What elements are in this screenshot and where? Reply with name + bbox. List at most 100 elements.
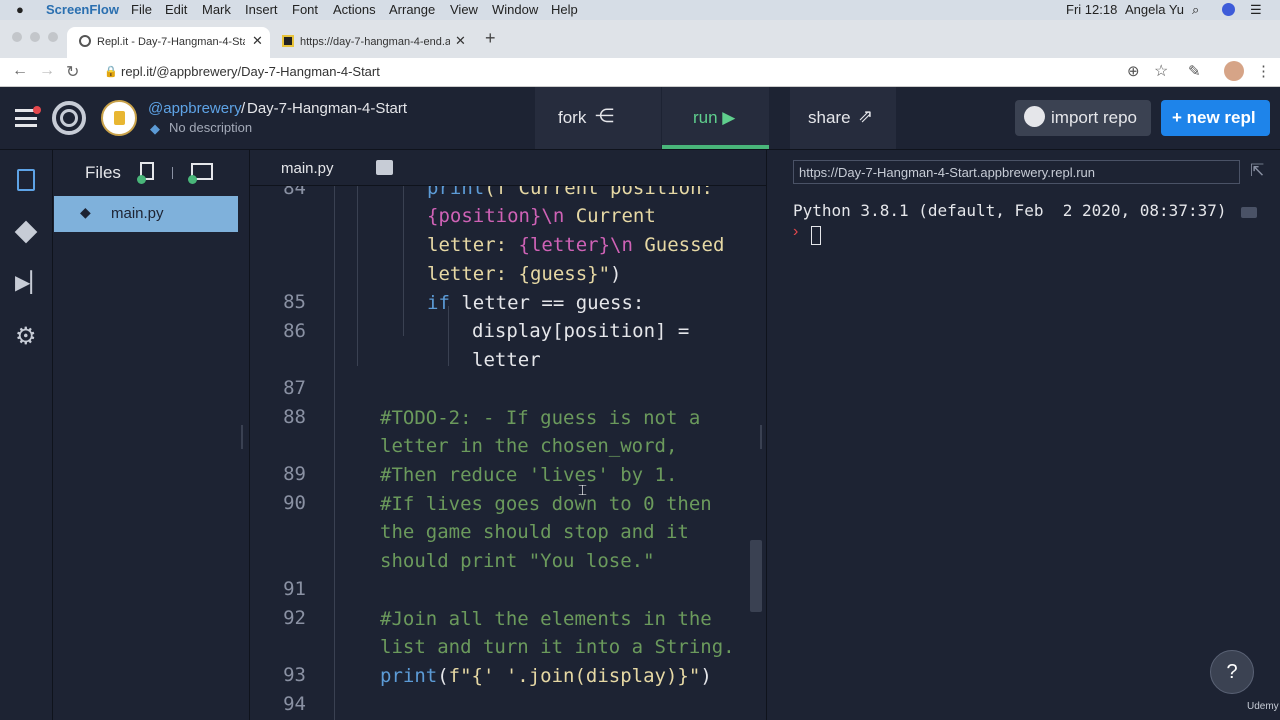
menu-list-icon[interactable]: ☰ [1250, 2, 1262, 18]
menubar-clock: Fri 12:18 [1066, 2, 1118, 17]
mac-menubar: ● ScreenFlow File Edit Mark Insert Font … [0, 0, 1280, 20]
replit-favicon-icon [79, 35, 91, 47]
code-line-90-wrap1: the game should stop and it [380, 521, 689, 543]
editor-tab-main-py[interactable]: main.py [281, 160, 334, 177]
code-editor[interactable]: main.py 84 85 86 87 88 89 90 91 92 93 94… [250, 150, 766, 720]
line-number: 94 [283, 693, 306, 715]
url-field[interactable]: repl.it/@appbrewery/Day-7-Hangman-4-Star… [121, 64, 380, 79]
toolbar-divider [172, 167, 173, 179]
github-icon [1024, 106, 1045, 127]
replit-logo-icon[interactable] [52, 101, 86, 135]
panel-resize-handle-right[interactable] [760, 150, 777, 720]
menu-app-name[interactable]: ScreenFlow [46, 2, 119, 17]
settings-gear-icon[interactable]: ⚙ [15, 322, 37, 351]
line-number: 87 [283, 377, 306, 399]
menu-insert[interactable]: Insert [245, 2, 278, 17]
file-item-label: main.py [111, 205, 164, 222]
browser-tab-hangman-end[interactable]: https://day-7-hangman-4-end.a ✕ [272, 27, 472, 58]
format-icon[interactable] [376, 160, 393, 175]
webview-url-field[interactable]: https://Day-7-Hangman-4-Start.appbrewery… [793, 160, 1240, 184]
indent-guide [334, 186, 335, 720]
files-icon[interactable] [17, 169, 35, 191]
repl-description[interactable]: No description [169, 120, 252, 135]
share-button[interactable]: share ⇗ [790, 87, 896, 149]
menu-arrange[interactable]: Arrange [389, 2, 435, 17]
siri-icon[interactable] [1222, 3, 1235, 16]
open-new-window-icon[interactable]: ⇱ [1250, 161, 1264, 181]
import-repo-label: import repo [1051, 108, 1137, 127]
code-line-84-wrap2: letter: {letter}\n Guessed [427, 234, 725, 256]
run-button[interactable]: run ▶ [662, 87, 769, 149]
lock-icon[interactable]: 🔒 [104, 65, 118, 78]
menubar-user[interactable]: Angela Yu [1125, 2, 1184, 17]
window-close-button[interactable] [12, 32, 22, 42]
clear-console-icon[interactable] [1241, 207, 1257, 218]
chrome-menu-icon[interactable]: ⋮ [1256, 62, 1271, 80]
menu-actions[interactable]: Actions [333, 2, 376, 17]
forward-icon[interactable]: → [39, 62, 55, 80]
repl-owner-link[interactable]: @appbrewery [148, 100, 242, 117]
extension-icon[interactable]: ✎ [1188, 62, 1201, 80]
side-rail: ▶▏ ⚙ [0, 150, 53, 720]
profile-avatar[interactable] [1224, 61, 1244, 81]
editor-tabbar: main.py [250, 150, 766, 186]
notification-dot [33, 106, 41, 114]
reload-icon[interactable]: ↻ [66, 62, 79, 82]
window-zoom-button[interactable] [48, 32, 58, 42]
menu-window[interactable]: Window [492, 2, 538, 17]
share-icon: ⇗ [858, 106, 874, 126]
add-file-badge [137, 175, 146, 184]
line-number: 86 [283, 320, 306, 342]
code-line-84-wrap1: {position}\n Current [427, 205, 656, 227]
browser-tab-replit[interactable]: Repl.it - Day-7-Hangman-4-Star ✕ [67, 27, 270, 58]
panel-resize-handle-left[interactable] [238, 150, 250, 720]
indent-guide [357, 186, 358, 366]
line-number: 89 [283, 463, 306, 485]
line-number: 84 [283, 186, 306, 199]
code-line-93: print(f"{' '.join(display)}") [380, 665, 712, 687]
menu-font[interactable]: Font [292, 2, 318, 17]
close-tab-2-icon[interactable]: ✕ [455, 33, 466, 49]
close-tab-icon[interactable]: ✕ [252, 33, 263, 49]
import-repo-button[interactable]: import repo [1015, 100, 1151, 136]
new-tab-button[interactable]: + [485, 28, 496, 49]
fork-button[interactable]: fork ⋲ [535, 87, 661, 149]
udemy-watermark: Udemy [1247, 701, 1279, 712]
browser-toolbar: ← → ↻ 🔒 repl.it/@appbrewery/Day-7-Hangma… [0, 58, 1280, 87]
spotlight-icon[interactable]: ⌕ [1192, 2, 1199, 18]
menu-mark[interactable]: Mark [202, 2, 231, 17]
repl-name[interactable]: Day-7-Hangman-4-Start [247, 100, 407, 117]
window-minimize-button[interactable] [30, 32, 40, 42]
zoom-icon[interactable]: ⊕ [1127, 62, 1140, 80]
packages-icon[interactable] [14, 220, 38, 244]
back-icon[interactable]: ← [12, 62, 28, 80]
apple-icon[interactable]: ● [16, 2, 24, 17]
menu-file[interactable]: File [131, 2, 152, 17]
browser-tab-title-2: https://day-7-hangman-4-end.a [300, 36, 450, 48]
help-button[interactable]: ? [1210, 650, 1254, 694]
bookmark-star-icon[interactable]: ☆ [1154, 61, 1168, 81]
editor-scrollbar-thumb[interactable] [750, 540, 762, 612]
line-number: 85 [283, 291, 306, 313]
owner-avatar[interactable] [101, 100, 137, 136]
fork-label: fork [558, 108, 587, 127]
files-panel: Files ◆ main.py [54, 150, 238, 720]
indent-guide [403, 186, 404, 336]
menu-edit[interactable]: Edit [165, 2, 187, 17]
file-item-main-py[interactable]: ◆ main.py [54, 196, 238, 232]
repl-header: @appbrewery / Day-7-Hangman-4-Start ◆ No… [0, 87, 1280, 150]
line-number: 91 [283, 578, 306, 600]
code-area[interactable]: 84 85 86 87 88 89 90 91 92 93 94 print(f… [250, 186, 766, 720]
mouse-cursor-icon: ⌶ [578, 482, 588, 499]
debugger-icon[interactable]: ▶▏ [15, 270, 46, 295]
run-label: run ▶ [693, 108, 736, 127]
fork-icon: ⋲ [595, 106, 614, 127]
code-line-84-wrap3: letter: {guess}") [427, 263, 622, 285]
code-line-85: if letter == guess: [427, 292, 645, 314]
menu-view[interactable]: View [450, 2, 478, 17]
python-file-icon: ◆ [80, 204, 91, 220]
new-repl-button[interactable]: + new repl [1161, 100, 1270, 136]
menu-help[interactable]: Help [551, 2, 578, 17]
share-label: share [808, 108, 851, 127]
console-cursor[interactable] [811, 226, 821, 245]
